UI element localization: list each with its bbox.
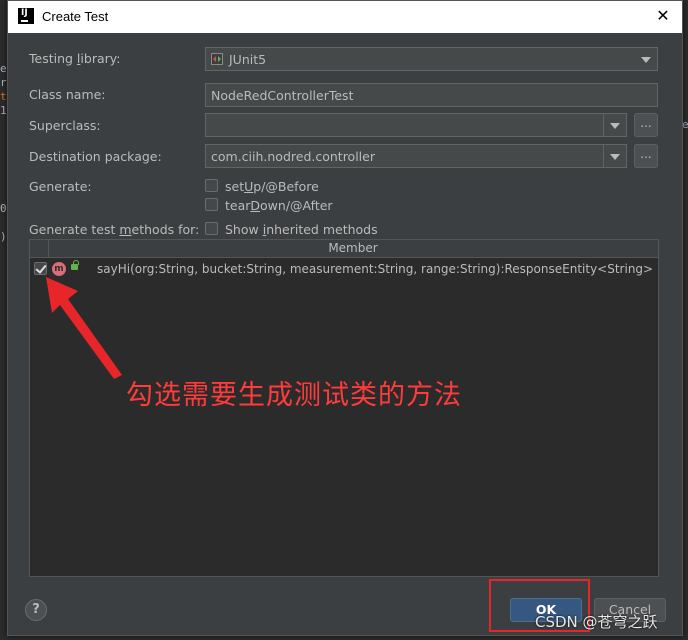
dialog-title: Create Test	[42, 9, 109, 24]
generate-methods-label: Generate test methods for:	[29, 222, 200, 237]
annotation-text: 勾选需要生成测试类的方法	[126, 380, 462, 411]
annotation-arrow-icon	[46, 277, 122, 379]
destination-package-label: Destination package:	[29, 149, 162, 164]
destination-package-browse-button[interactable]: ...	[634, 144, 658, 168]
show-inherited-label[interactable]: Show inherited methods	[225, 222, 378, 237]
testing-library-value: JUnit5	[229, 52, 267, 67]
testing-library-select[interactable]: JUnit5	[205, 47, 658, 71]
table-header-check-column	[30, 240, 49, 257]
generate-label: Generate:	[29, 179, 92, 194]
combo-separator	[603, 114, 604, 136]
teardown-checkbox-label[interactable]: tearDown/@After	[225, 198, 333, 213]
close-button[interactable]: ✕	[652, 6, 674, 28]
setup-checkbox-label[interactable]: setUp/@Before	[225, 179, 319, 194]
class-name-field[interactable]	[205, 83, 658, 107]
member-column-header[interactable]: Member	[48, 241, 658, 255]
setup-checkbox[interactable]	[205, 179, 218, 192]
public-lock-icon	[71, 260, 79, 270]
chevron-down-icon	[610, 123, 620, 129]
testing-library-label: Testing library:	[29, 51, 121, 66]
junit-icon	[211, 53, 223, 65]
combo-separator	[603, 145, 604, 167]
teardown-checkbox[interactable]	[205, 198, 218, 211]
intellij-logo-icon: IJ	[18, 8, 34, 24]
watermark: CSDN @苍穹之跃	[535, 613, 658, 631]
class-name-input[interactable]	[206, 84, 657, 106]
help-button[interactable]: ?	[25, 599, 47, 621]
table-header: Member	[30, 240, 658, 258]
method-signature: sayHi(org:String, bucket:String, measure…	[97, 262, 654, 276]
superclass-select[interactable]	[205, 113, 627, 137]
create-test-dialog: IJ Create Test ✕ Testing library: JUnit5…	[7, 0, 683, 636]
show-inherited-checkbox[interactable]	[205, 222, 218, 235]
destination-package-select[interactable]: com.ciih.nodred.controller	[205, 144, 627, 168]
chevron-down-icon	[641, 57, 651, 63]
class-name-label: Class name:	[29, 87, 106, 102]
superclass-label: Superclass:	[29, 118, 101, 133]
title-bar: IJ Create Test ✕	[8, 1, 682, 33]
superclass-browse-button[interactable]: ...	[634, 113, 658, 137]
destination-package-value: com.ciih.nodred.controller	[211, 149, 375, 164]
chevron-down-icon	[610, 154, 620, 160]
